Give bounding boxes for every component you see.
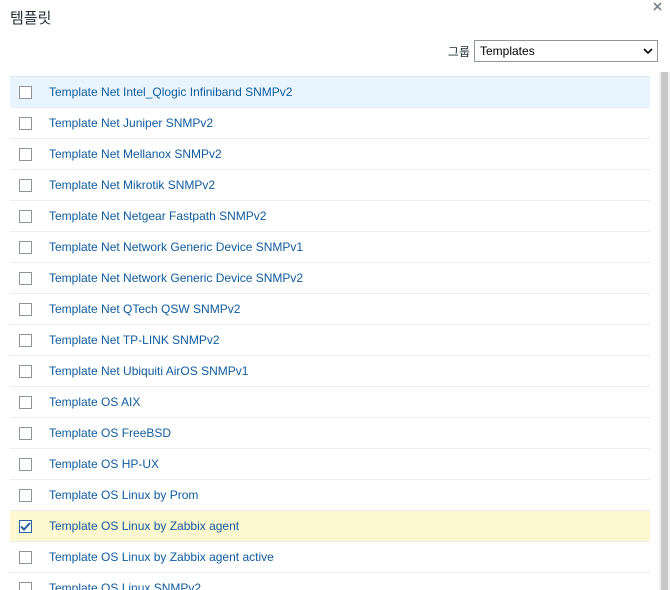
list-item[interactable]: Template Net Network Generic Device SNMP… <box>10 232 650 263</box>
list-item[interactable]: Template Net Netgear Fastpath SNMPv2 <box>10 201 650 232</box>
template-link[interactable]: Template Net Network Generic Device SNMP… <box>49 271 303 285</box>
template-link[interactable]: Template Net Ubiquiti AirOS SNMPv1 <box>49 364 248 378</box>
template-link[interactable]: Template OS HP-UX <box>49 457 159 471</box>
list-item[interactable]: Template Net Juniper SNMPv2 <box>10 108 650 139</box>
list-item[interactable]: Template OS AIX <box>10 387 650 418</box>
template-link[interactable]: Template Net TP-LINK SNMPv2 <box>49 333 220 347</box>
close-icon[interactable] <box>653 0 662 14</box>
template-checkbox[interactable] <box>19 550 32 564</box>
template-checkbox[interactable] <box>19 364 32 378</box>
template-checkbox[interactable] <box>19 209 32 223</box>
template-link[interactable]: Template Net QTech QSW SNMPv2 <box>49 302 240 316</box>
close-icon-glyph <box>653 2 662 11</box>
template-checkbox[interactable] <box>19 116 32 130</box>
template-checkbox[interactable] <box>19 488 32 502</box>
template-link[interactable]: Template OS AIX <box>49 395 140 409</box>
template-link[interactable]: Template OS FreeBSD <box>49 426 171 440</box>
template-link[interactable]: Template OS Linux by Zabbix agent active <box>49 550 274 564</box>
list-item[interactable]: Template Net Intel_Qlogic Infiniband SNM… <box>10 77 650 108</box>
list-item[interactable]: Template Net TP-LINK SNMPv2 <box>10 325 650 356</box>
template-checkbox[interactable] <box>19 178 32 192</box>
group-label: 그룹 <box>447 44 470 59</box>
chevron-down-icon <box>643 46 653 56</box>
template-link[interactable]: Template OS Linux by Zabbix agent <box>49 519 239 533</box>
template-checkbox[interactable] <box>19 85 32 99</box>
template-checkbox[interactable] <box>19 457 32 471</box>
template-link[interactable]: Template OS Linux by Prom <box>49 488 198 502</box>
list-item[interactable]: Template OS HP-UX <box>10 449 650 480</box>
list-item[interactable]: Template OS Linux by Prom <box>10 480 650 511</box>
template-checkbox[interactable] <box>19 240 32 254</box>
group-select[interactable]: Templates <box>474 40 658 62</box>
template-link[interactable]: Template Net Juniper SNMPv2 <box>49 116 213 130</box>
template-checkbox[interactable] <box>19 581 32 590</box>
group-filter: 그룹 Templates <box>448 39 658 63</box>
list-item[interactable]: Template Net Mellanox SNMPv2 <box>10 139 650 170</box>
dialog-title: 템플릿 <box>10 10 52 27</box>
template-checkbox[interactable] <box>19 426 32 440</box>
list-item[interactable]: Template Net Ubiquiti AirOS SNMPv1 <box>10 356 650 387</box>
template-checkbox[interactable] <box>19 147 32 161</box>
template-link[interactable]: Template Net Intel_Qlogic Infiniband SNM… <box>49 85 292 99</box>
list-item[interactable]: Template OS Linux by Zabbix agent <box>10 511 650 542</box>
template-link[interactable]: Template Net Mikrotik SNMPv2 <box>49 178 215 192</box>
template-checkbox[interactable] <box>19 519 32 533</box>
template-link[interactable]: Template OS Linux SNMPv2 <box>49 581 201 590</box>
template-link[interactable]: Template Net Netgear Fastpath SNMPv2 <box>49 209 266 223</box>
list-item[interactable]: Template OS FreeBSD <box>10 418 650 449</box>
template-list: Template Net Intel_Qlogic Infiniband SNM… <box>10 76 650 590</box>
template-link[interactable]: Template Net Network Generic Device SNMP… <box>49 240 303 254</box>
template-checkbox[interactable] <box>19 271 32 285</box>
template-checkbox[interactable] <box>19 395 32 409</box>
group-select-value: Templates <box>480 44 535 58</box>
list-item[interactable]: Template OS Linux by Zabbix agent active <box>10 542 650 573</box>
scrollbar-thumb[interactable] <box>661 72 668 590</box>
checkmark-icon <box>20 521 31 531</box>
template-link[interactable]: Template Net Mellanox SNMPv2 <box>49 147 222 161</box>
list-item[interactable]: Template Net Mikrotik SNMPv2 <box>10 170 650 201</box>
list-item[interactable]: Template Net Network Generic Device SNMP… <box>10 263 650 294</box>
template-checkbox[interactable] <box>19 302 32 316</box>
template-picker-dialog: 템플릿 그룹 Templates Template Net Intel_Qlog… <box>0 0 670 590</box>
list-item[interactable]: Template OS Linux SNMPv2 <box>10 573 650 590</box>
template-checkbox[interactable] <box>19 333 32 347</box>
list-item[interactable]: Template Net QTech QSW SNMPv2 <box>10 294 650 325</box>
